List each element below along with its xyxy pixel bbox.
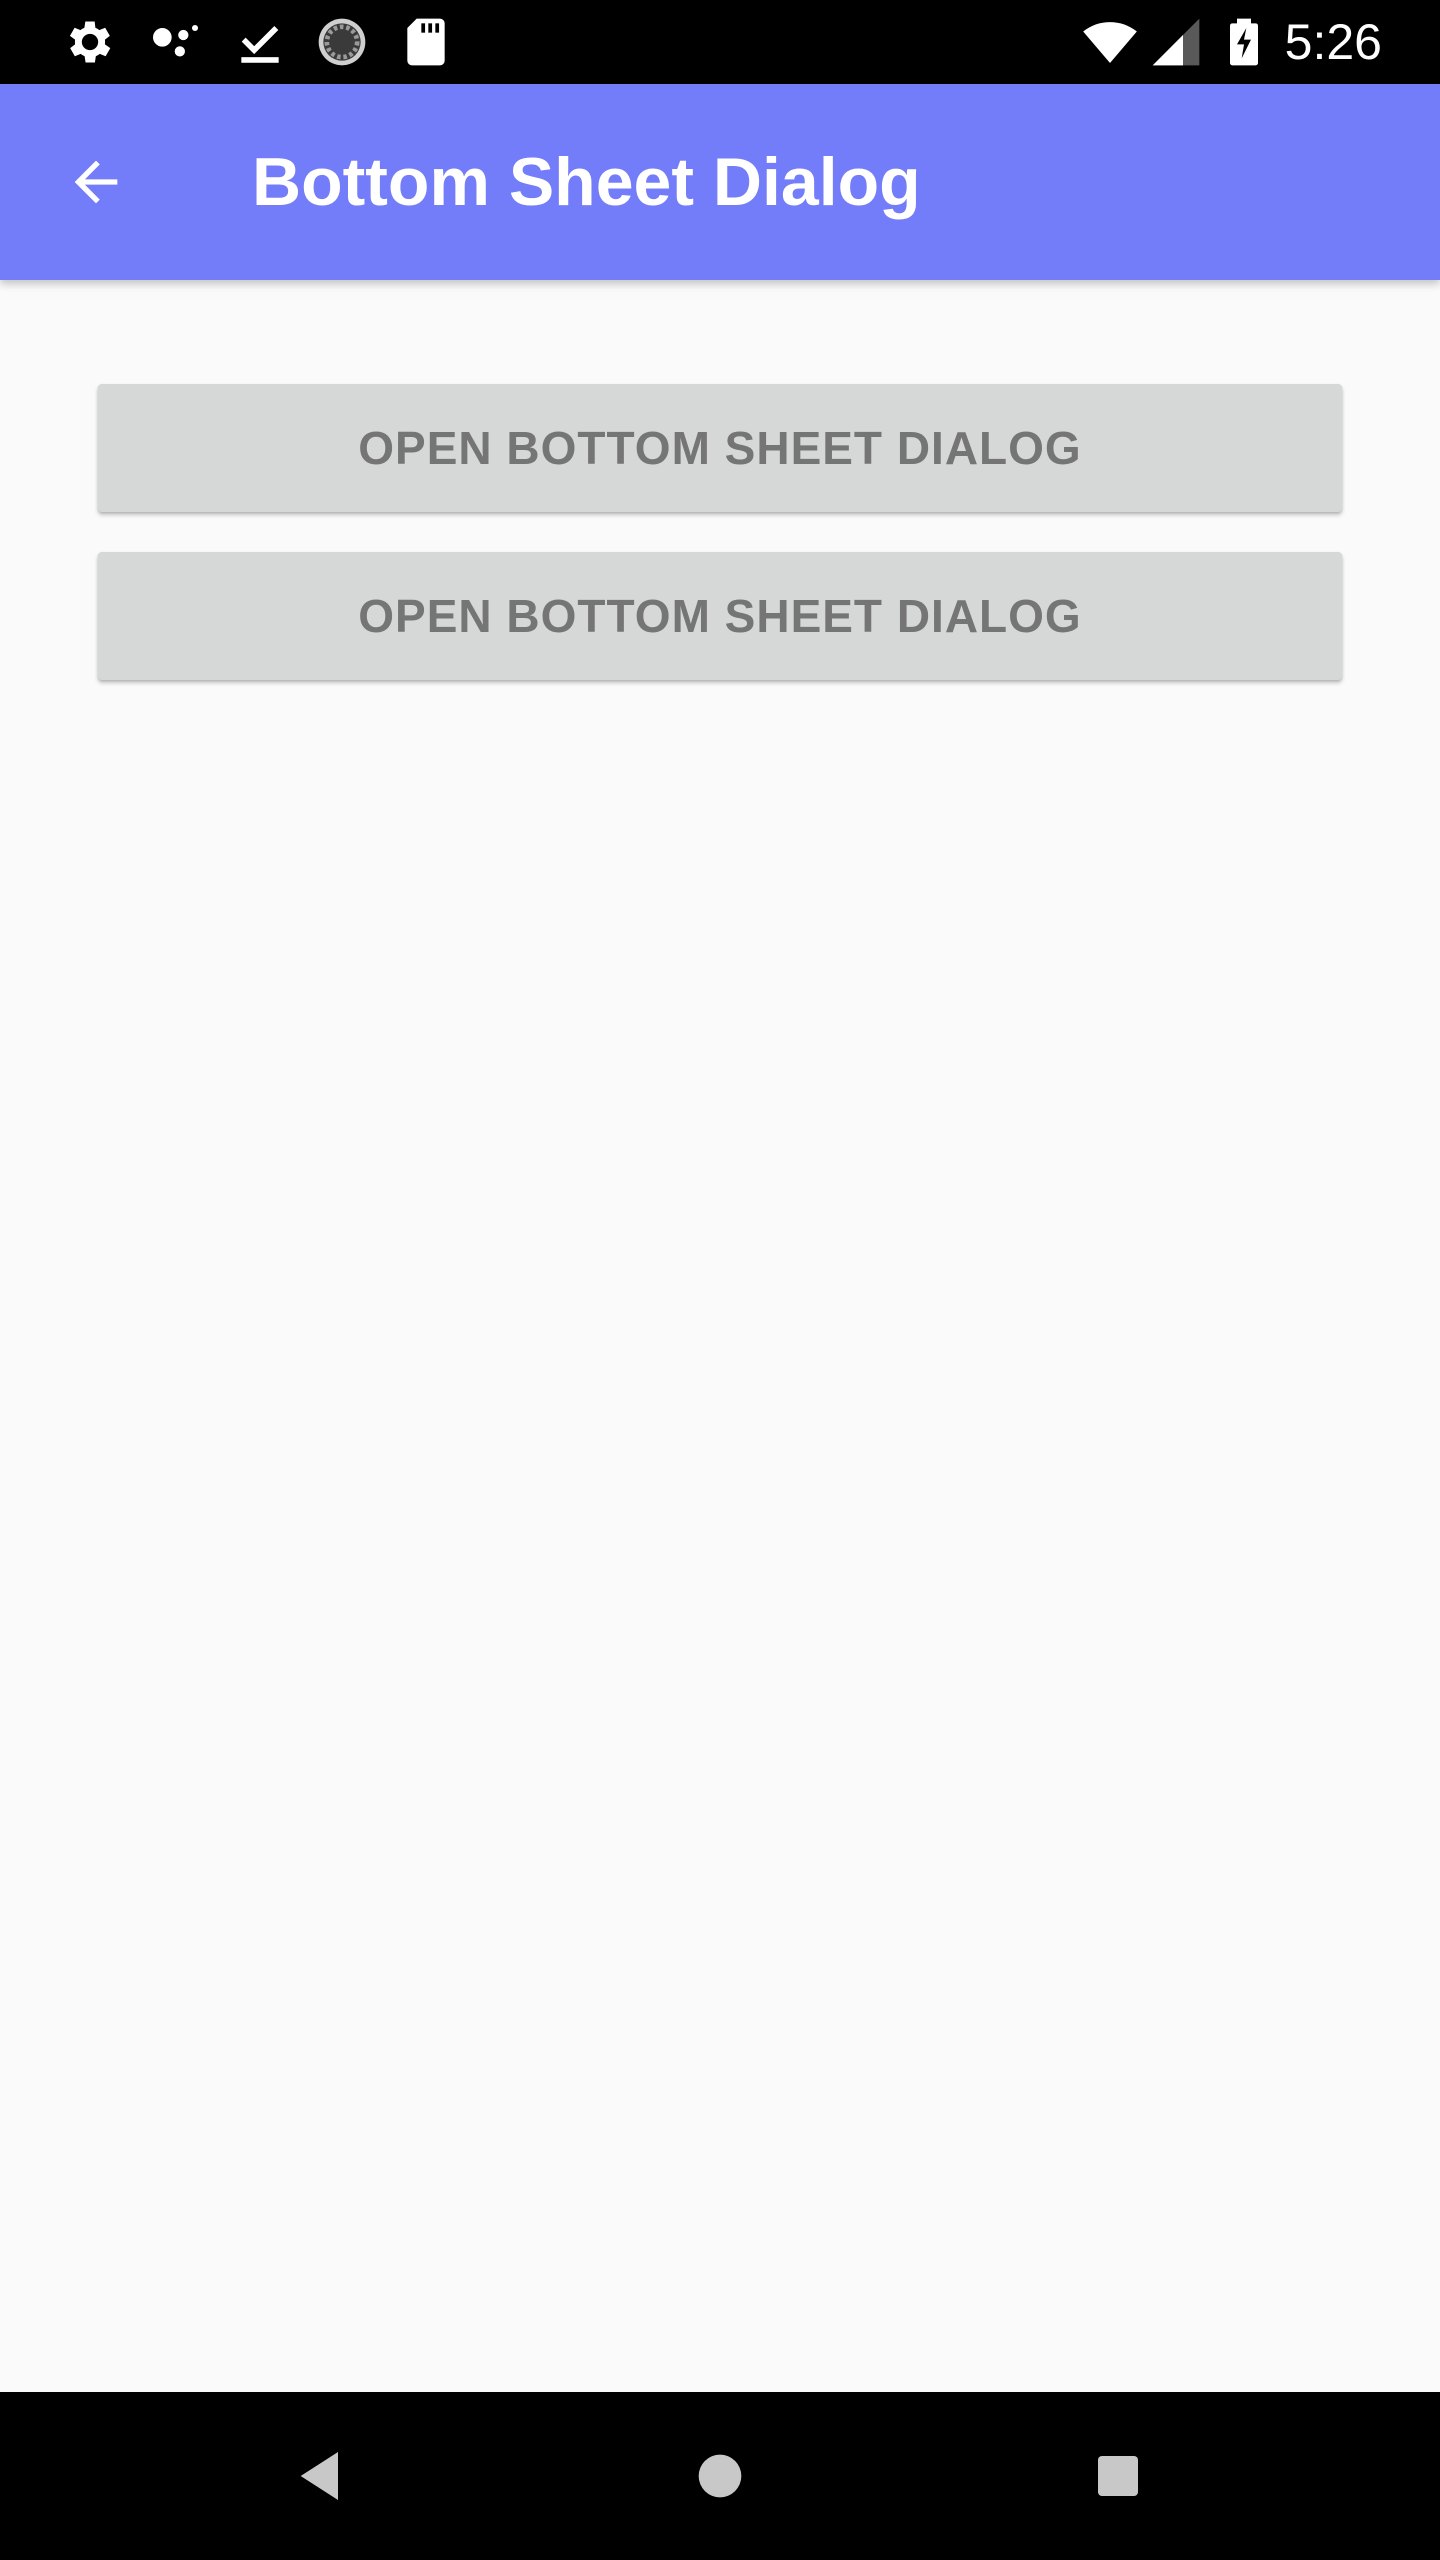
nav-home-icon [698, 2454, 742, 2498]
nav-back-button[interactable] [274, 2428, 370, 2524]
button-label: OPEN BOTTOM SHEET DIALOG [358, 422, 1082, 474]
nav-recents-icon [1098, 2456, 1138, 2496]
app-bar: Bottom Sheet Dialog [0, 84, 1440, 280]
dots-icon [146, 14, 202, 70]
sync-icon [314, 14, 370, 70]
sd-card-icon [398, 14, 454, 70]
page-title: Bottom Sheet Dialog [252, 144, 921, 220]
button-label: OPEN BOTTOM SHEET DIALOG [358, 590, 1082, 642]
signal-icon [1148, 14, 1204, 70]
nav-back-icon [300, 2452, 338, 2500]
nav-home-button[interactable] [672, 2428, 768, 2524]
wifi-icon [1082, 14, 1138, 70]
navigation-bar [0, 2392, 1440, 2560]
open-bottom-sheet-dialog-button[interactable]: OPEN BOTTOM SHEET DIALOG [98, 384, 1342, 512]
download-done-icon [232, 14, 288, 70]
arrow-back-icon [74, 160, 118, 204]
back-button[interactable] [48, 134, 144, 230]
status-bar: 5:26 [0, 0, 1440, 84]
screen: 5:26 Bottom Sheet Dialog OPEN BOTTOM SHE… [0, 0, 1440, 2560]
open-bottom-sheet-dialog-button-2[interactable]: OPEN BOTTOM SHEET DIALOG [98, 552, 1342, 680]
status-time: 5:26 [1284, 14, 1382, 70]
settings-icon [62, 14, 118, 70]
battery-charging-icon [1216, 14, 1272, 70]
nav-recents-button[interactable] [1070, 2428, 1166, 2524]
main-content: OPEN BOTTOM SHEET DIALOG OPEN BOTTOM SHE… [0, 280, 1440, 2392]
